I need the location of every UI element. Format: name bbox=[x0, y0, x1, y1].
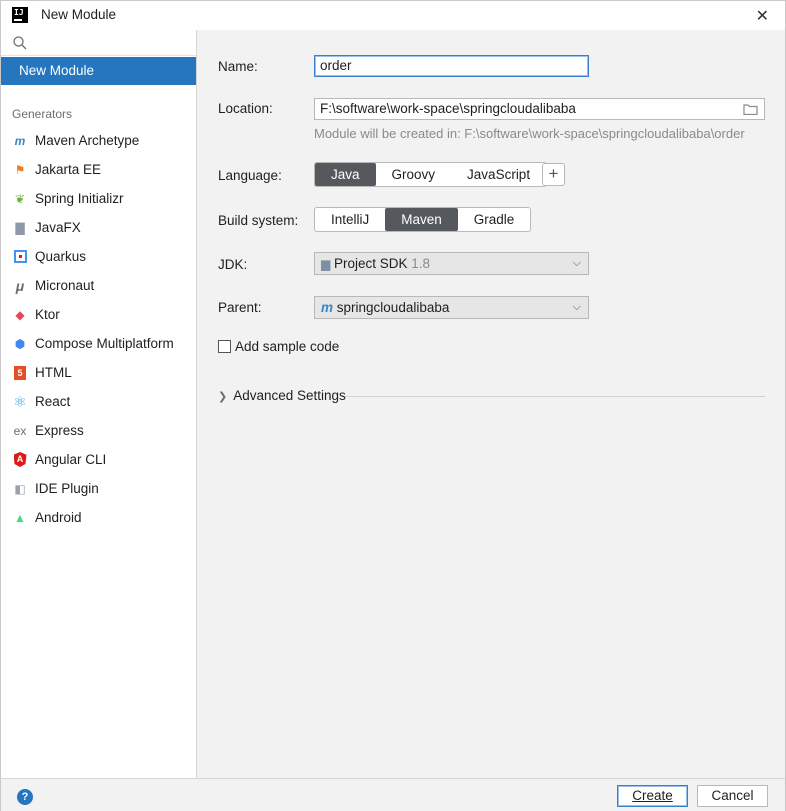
sidebar-item-react[interactable]: ⚛ React bbox=[1, 387, 196, 416]
html5-icon: 5 bbox=[12, 365, 28, 381]
cancel-button[interactable]: Cancel bbox=[697, 785, 768, 807]
sample-code-label: Add sample code bbox=[235, 339, 340, 354]
location-field[interactable]: F:\software\work-space\springcloudalibab… bbox=[314, 98, 765, 120]
parent-label: Parent: bbox=[218, 300, 262, 315]
jdk-label: JDK: bbox=[218, 257, 248, 272]
build-system-segmented: IntelliJ Maven Gradle bbox=[314, 207, 532, 232]
intellij-app-icon: IJ bbox=[12, 7, 28, 23]
ktor-icon: ◆ bbox=[15, 307, 25, 322]
sidebar-item-express[interactable]: ex Express bbox=[1, 416, 196, 445]
micronaut-icon: μ bbox=[15, 277, 25, 294]
advanced-settings-toggle[interactable]: ❯ Advanced Settings bbox=[218, 388, 346, 403]
sidebar-item-compose-multiplatform[interactable]: ⬢ Compose Multiplatform bbox=[1, 329, 196, 358]
window-title: New Module bbox=[41, 7, 117, 22]
add-language-button[interactable]: + bbox=[542, 163, 565, 186]
search-box[interactable] bbox=[1, 30, 196, 56]
location-hint: Module will be created in: F:\software\w… bbox=[314, 126, 745, 141]
name-label: Name: bbox=[218, 59, 258, 74]
search-icon bbox=[13, 36, 27, 50]
module-form: Name: order Location: F:\software\work-s… bbox=[198, 30, 785, 778]
sidebar-item-maven-archetype[interactable]: m Maven Archetype bbox=[1, 126, 196, 155]
title-bar: IJ New Module ✕ bbox=[1, 1, 785, 30]
build-intellij[interactable]: IntelliJ bbox=[315, 208, 385, 231]
sidebar: New Module Generators m Maven Archetype ⚑… bbox=[1, 30, 197, 778]
android-icon: ▲ bbox=[14, 510, 26, 525]
sidebar-item-android[interactable]: ▲ Android bbox=[1, 503, 196, 532]
sidebar-item-ide-plugin[interactable]: ◧ IDE Plugin bbox=[1, 474, 196, 503]
language-javascript[interactable]: JavaScript bbox=[451, 163, 546, 186]
build-system-label: Build system: bbox=[218, 213, 299, 228]
dialog-footer: ? Create Cancel bbox=[1, 778, 785, 811]
jakarta-icon: ⚑ bbox=[14, 162, 26, 177]
sidebar-item-ktor[interactable]: ◆ Ktor bbox=[1, 300, 196, 329]
compose-icon: ⬢ bbox=[14, 336, 26, 351]
sidebar-item-quarkus[interactable]: Quarkus bbox=[1, 242, 196, 271]
location-label: Location: bbox=[218, 101, 273, 116]
ide-plugin-icon: ◧ bbox=[14, 481, 26, 496]
language-groovy[interactable]: Groovy bbox=[376, 163, 452, 186]
generators-list: m Maven Archetype ⚑ Jakarta EE ❦ Spring Ini… bbox=[1, 126, 196, 532]
sidebar-item-javafx[interactable]: ▇ JavaFX bbox=[1, 213, 196, 242]
spring-icon: ❦ bbox=[14, 191, 26, 206]
build-maven[interactable]: Maven bbox=[385, 208, 458, 231]
sidebar-item-angular-cli[interactable]: A Angular CLI bbox=[1, 445, 196, 474]
parent-select[interactable]: m springcloudalibaba ⌵ bbox=[314, 296, 589, 319]
build-gradle[interactable]: Gradle bbox=[458, 208, 531, 231]
help-icon[interactable]: ? bbox=[17, 789, 33, 805]
close-icon[interactable]: ✕ bbox=[756, 6, 769, 26]
jdk-select[interactable]: ▆ Project SDK 1.8 ⌵ bbox=[314, 252, 589, 275]
generators-heading: Generators bbox=[12, 107, 73, 121]
sidebar-item-html[interactable]: 5 HTML bbox=[1, 358, 196, 387]
language-segmented: Java Groovy JavaScript bbox=[314, 162, 548, 187]
chevron-down-icon: ⌵ bbox=[572, 257, 581, 269]
sample-code-checkbox[interactable] bbox=[218, 340, 231, 353]
express-icon: ex bbox=[13, 423, 27, 438]
quarkus-icon bbox=[12, 249, 28, 265]
chevron-down-icon: ⌵ bbox=[572, 301, 581, 313]
create-button[interactable]: Create bbox=[617, 785, 688, 807]
sidebar-item-jakarta-ee[interactable]: ⚑ Jakarta EE bbox=[1, 155, 196, 184]
javafx-icon: ▇ bbox=[15, 220, 25, 235]
new-module-dialog: IJ New Module ✕ New Module Generators mM… bbox=[0, 0, 786, 811]
sdk-folder-icon: ▆ bbox=[321, 257, 331, 271]
sidebar-item-new-module[interactable]: New Module bbox=[1, 57, 196, 85]
react-icon: ⚛ bbox=[13, 393, 27, 411]
folder-icon[interactable] bbox=[743, 103, 758, 115]
maven-icon: m bbox=[14, 133, 26, 148]
maven-icon: m bbox=[321, 300, 334, 315]
language-label: Language: bbox=[218, 168, 282, 183]
sidebar-item-spring-initializr[interactable]: ❦ Spring Initializr bbox=[1, 184, 196, 213]
sidebar-item-micronaut[interactable]: μ Micronaut bbox=[1, 271, 196, 300]
chevron-right-icon: ❯ bbox=[218, 391, 228, 403]
name-field[interactable]: order bbox=[314, 55, 589, 77]
angular-icon: A bbox=[12, 452, 28, 468]
language-java[interactable]: Java bbox=[315, 163, 376, 186]
separator-line bbox=[345, 396, 765, 397]
